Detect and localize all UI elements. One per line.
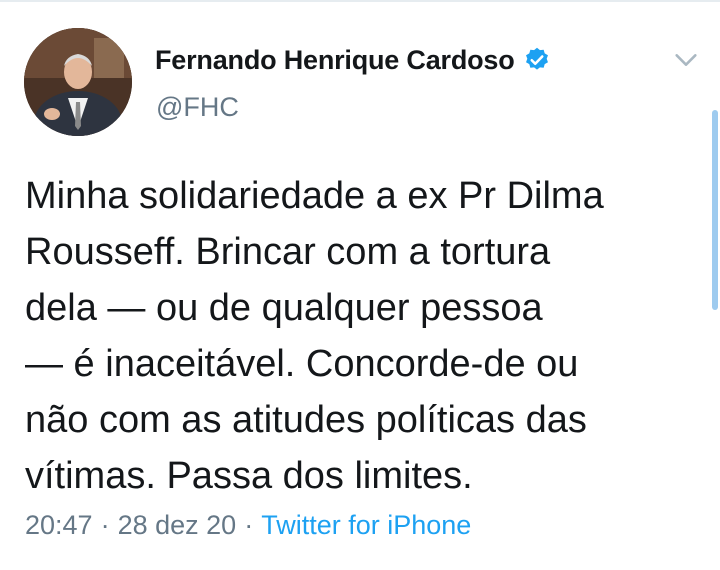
author-display-name[interactable]: Fernando Henrique Cardoso xyxy=(155,45,515,76)
tweet-text-line: não com as atitudes políticas das xyxy=(25,399,587,441)
divider xyxy=(0,0,720,2)
tweet-text-line: Rousseff. Brincar com a tortura xyxy=(25,231,551,273)
tweet-card: Fernando Henrique Cardoso @FHC Minha sol… xyxy=(0,0,720,570)
avatar[interactable] xyxy=(24,28,132,136)
tweet-time[interactable]: 20:47 xyxy=(25,510,93,541)
chevron-down-icon[interactable] xyxy=(672,46,700,74)
tweet-metadata: 20:47 · 28 dez 20 · Twitter for iPhone xyxy=(25,510,471,541)
author-name-row[interactable]: Fernando Henrique Cardoso xyxy=(155,40,551,80)
tweet-text-line: vítimas. Passa dos limites. xyxy=(25,455,473,497)
meta-separator: · xyxy=(100,510,110,540)
meta-separator: · xyxy=(244,510,254,540)
tweet-date[interactable]: 28 dez 20 xyxy=(118,510,237,541)
tweet-text-line: Minha solidariedade a ex Pr Dilma xyxy=(25,175,604,217)
verified-badge-icon xyxy=(525,47,548,70)
tweet-source-link[interactable]: Twitter for iPhone xyxy=(261,510,471,541)
tweet-text-line: dela — ou de qualquer pessoa xyxy=(25,287,543,329)
avatar-image xyxy=(24,28,132,136)
tweet-text-line: — é inaceitável. Concorde-de ou xyxy=(25,343,579,385)
scrollbar[interactable] xyxy=(712,110,718,310)
author-handle[interactable]: @FHC xyxy=(156,92,239,123)
tweet-text: Minha solidariedade a ex Pr Dilma Rousse… xyxy=(25,168,705,504)
